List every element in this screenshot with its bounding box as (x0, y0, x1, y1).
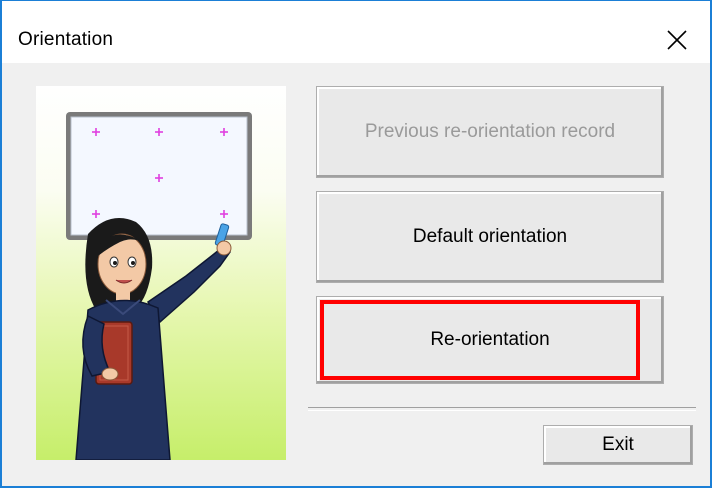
teacher-pointing-at-board-icon (66, 112, 252, 460)
close-button[interactable] (644, 1, 710, 63)
close-icon (667, 30, 687, 50)
divider (308, 407, 696, 411)
exit-button[interactable]: Exit (543, 425, 693, 465)
window-title: Orientation (18, 29, 114, 50)
previous-reorientation-record-button[interactable]: Previous re-orientation record (316, 86, 664, 178)
default-orientation-button[interactable]: Default orientation (316, 191, 664, 283)
re-orientation-button[interactable]: Re-orientation (316, 296, 664, 384)
orientation-illustration (36, 86, 286, 460)
title-bar: Orientation (2, 1, 710, 63)
